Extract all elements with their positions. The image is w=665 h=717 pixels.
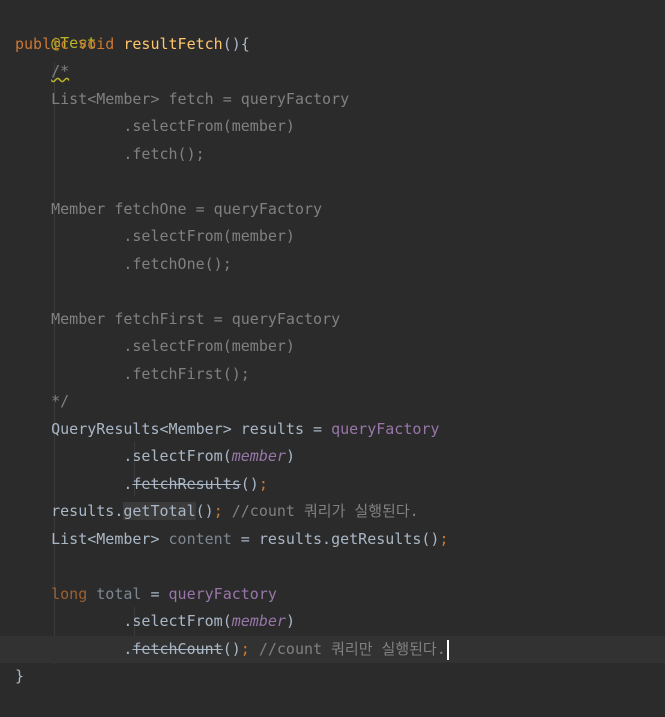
- static-field-token: member: [231, 612, 286, 630]
- unused-variable-token: total: [96, 585, 142, 603]
- comment-text: .selectFrom(member): [123, 227, 295, 245]
- code-line[interactable]: List<Member> content = results.getResult…: [15, 526, 449, 553]
- punctuation-token: (): [240, 475, 259, 493]
- code-line[interactable]: QueryResults<Member> results = queryFact…: [15, 416, 439, 443]
- punctuation-token: (): [222, 640, 241, 658]
- field-token: queryFactory: [168, 585, 277, 603]
- code-text: =: [141, 585, 169, 603]
- code-line[interactable]: .fetchResults();: [15, 471, 268, 498]
- punctuation-token: ): [285, 447, 295, 465]
- keyword-token: void: [78, 35, 115, 53]
- comment-open-token: /*: [51, 62, 70, 80]
- code-line[interactable]: .selectFrom(member): [15, 608, 295, 635]
- code-line[interactable]: results.getTotal(); //count 쿼리가 실행된다.: [15, 498, 419, 525]
- comment-text: Member fetchFirst = queryFactory: [51, 310, 341, 328]
- code-line[interactable]: .fetchOne();: [15, 251, 232, 278]
- comment-text: .selectFrom(member): [123, 337, 295, 355]
- semicolon-token: ;: [240, 640, 250, 658]
- comment-close-token: */: [51, 392, 70, 410]
- code-line[interactable]: .selectFrom(member): [15, 443, 295, 470]
- code-line[interactable]: }: [15, 663, 24, 690]
- keyword-token: public: [15, 35, 70, 53]
- current-code-line[interactable]: .fetchCount(); //count 쿼리만 실행된다.: [0, 636, 665, 663]
- punctuation-token: (): [195, 502, 214, 520]
- code-line[interactable]: .selectFrom(member): [15, 333, 295, 360]
- semicolon-token: ;: [258, 475, 268, 493]
- deprecated-method-token: fetchCount: [132, 640, 223, 658]
- comment-text: .selectFrom(member): [123, 117, 295, 135]
- code-text: QueryResults<Member> results =: [51, 420, 332, 438]
- semicolon-token: ;: [439, 530, 449, 548]
- code-text: List<Member>: [51, 530, 169, 548]
- text-caret: [446, 639, 449, 660]
- code-line[interactable]: */: [15, 388, 69, 415]
- punctuation-token: ): [285, 612, 295, 630]
- comment-text: .fetchFirst();: [123, 365, 250, 383]
- highlighted-method-token: getTotal: [123, 502, 196, 520]
- punctuation-token: }: [15, 667, 25, 685]
- code-text: .selectFrom(: [123, 447, 232, 465]
- code-text: .selectFrom(: [123, 612, 232, 630]
- comment-text: //count 쿼리가 실행된다.: [222, 502, 419, 520]
- code-editor[interactable]: @Test public void resultFetch(){ /* List…: [0, 0, 665, 697]
- comment-text: .fetchOne();: [123, 255, 232, 273]
- code-line[interactable]: .selectFrom(member): [15, 113, 295, 140]
- code-line[interactable]: /*: [15, 58, 69, 85]
- code-line[interactable]: long total = queryFactory: [15, 581, 277, 608]
- field-token: queryFactory: [331, 420, 440, 438]
- semicolon-token: ;: [213, 502, 223, 520]
- deprecated-method-token: fetchResults: [132, 475, 241, 493]
- comment-text: List<Member> fetch = queryFactory: [51, 90, 350, 108]
- comment-text: Member fetchOne = queryFactory: [51, 200, 323, 218]
- static-field-token: member: [231, 447, 286, 465]
- unused-variable-token: content: [168, 530, 232, 548]
- comment-text: //count 쿼리만 실행된다.: [249, 640, 446, 658]
- code-line[interactable]: public void resultFetch(){: [15, 31, 250, 58]
- code-text: results.: [51, 502, 124, 520]
- method-name-token: resultFetch: [123, 35, 223, 53]
- code-text: = results.getResults(): [231, 530, 440, 548]
- code-line[interactable]: .selectFrom(member): [15, 223, 295, 250]
- code-line[interactable]: .fetchFirst();: [15, 361, 250, 388]
- keyword-token: long: [51, 585, 88, 603]
- code-line[interactable]: List<Member> fetch = queryFactory: [15, 86, 349, 113]
- code-line[interactable]: Member fetchOne = queryFactory: [15, 196, 322, 223]
- comment-text: .fetch();: [123, 145, 205, 163]
- code-line[interactable]: Member fetchFirst = queryFactory: [15, 306, 340, 333]
- code-line[interactable]: @Test: [15, 3, 96, 52]
- code-line[interactable]: .fetch();: [15, 141, 205, 168]
- punctuation-token: (){: [222, 35, 250, 53]
